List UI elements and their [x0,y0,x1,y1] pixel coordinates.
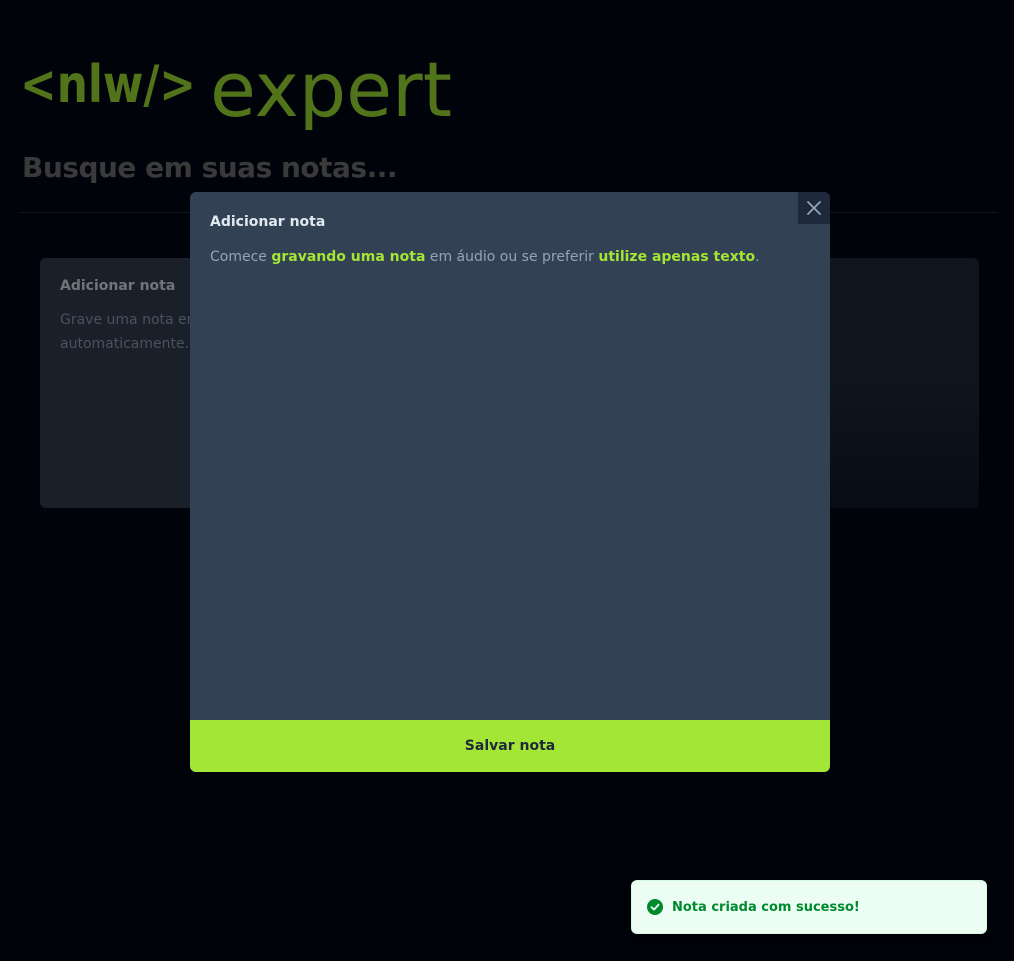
dialog-text-middle: em áudio ou se preferir [425,249,599,265]
save-note-button[interactable]: Salvar nota [190,720,830,772]
dialog-body: Adicionar nota Comece gravando uma nota … [210,212,810,269]
app-page: <nlw/> expert Adicionar nota Grave uma n… [0,0,1014,961]
dialog-instructions: Comece gravando uma nota em áudio ou se … [210,245,810,269]
dialog-text-prefix: Comece [210,249,272,265]
check-circle-icon [647,899,663,915]
toast-message: Nota criada com sucesso! [672,899,860,915]
record-audio-link[interactable]: gravando uma nota [271,249,425,265]
dialog-title: Adicionar nota [210,214,326,230]
success-toast: Nota criada com sucesso! [631,880,987,934]
add-note-dialog: Adicionar nota Comece gravando uma nota … [190,192,830,772]
use-text-link[interactable]: utilize apenas texto [598,249,755,265]
dialog-text-suffix: . [755,249,760,265]
